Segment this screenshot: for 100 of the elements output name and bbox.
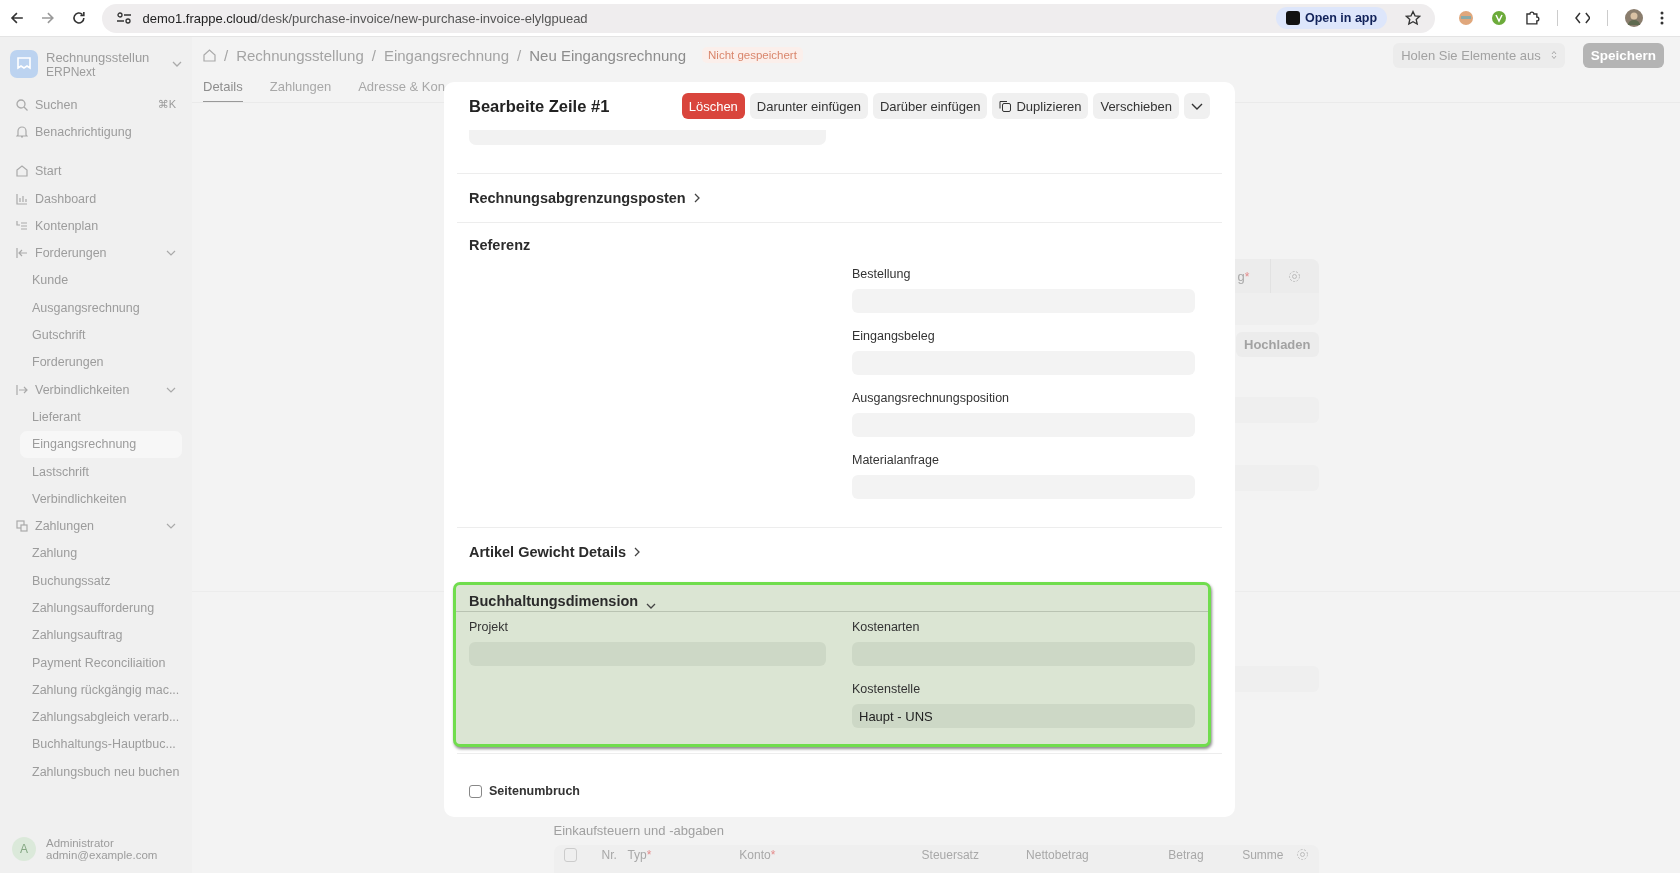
field-label: Bestellung	[852, 267, 912, 281]
save-button[interactable]: Speichern	[1582, 42, 1664, 68]
site-settings-icon[interactable]	[116, 11, 133, 25]
reload-icon[interactable]	[71, 11, 86, 25]
forward-icon[interactable]	[40, 11, 55, 25]
sidebar-item[interactable]: Kunde	[10, 266, 182, 295]
sidebar-item[interactable]: Zahlungsbuch neu buchen	[10, 758, 182, 786]
upload-button[interactable]: Hochladen	[1236, 332, 1319, 358]
back-icon[interactable]	[10, 11, 24, 25]
checkbox[interactable]	[469, 784, 482, 798]
fetch-items-select[interactable]: Holen Sie Elemente aus	[1393, 42, 1565, 68]
user-email: admin@example.com	[46, 849, 158, 861]
address-bar[interactable]: demo1.frappe.cloud/desk/purchase-invoice/new-purchase-invoice-elylgpuead Open in app	[102, 3, 1436, 33]
breadcrumb-separator: /	[224, 46, 229, 64]
sidebar-group[interactable]: Verbindlichkeiten	[10, 375, 182, 404]
sidebar-group[interactable]: Forderungen	[10, 239, 182, 267]
user-name: Administrator	[46, 837, 115, 849]
sidebar-group[interactable]: Zahlungen	[10, 512, 182, 540]
arrow-right-icon	[16, 383, 28, 396]
sidebar-item[interactable]: Buchungssatz	[10, 567, 182, 595]
duplicate-button[interactable]: Duplizieren	[992, 93, 1089, 119]
sidebar-item[interactable]: Eingangsrechnung	[20, 430, 182, 458]
app-title: Rechnungsstellun	[46, 49, 151, 65]
section-header[interactable]: Artikel Gewicht Details	[469, 544, 627, 560]
home-icon	[16, 165, 28, 178]
search-icon	[16, 98, 28, 111]
column-header: g*	[1237, 268, 1250, 284]
chevron-down-icon	[1191, 102, 1203, 110]
puzzle-icon[interactable]	[1523, 10, 1540, 26]
sort-caret-icon	[1550, 50, 1557, 60]
sidebar-item[interactable]: Zahlung	[10, 539, 182, 568]
action-button[interactable]: Darüber einfügen	[872, 93, 988, 119]
column-header: Steuersatz	[920, 848, 979, 862]
sidebar-item[interactable]: Dashboard	[10, 184, 182, 213]
status-badge: Nicht gespeichert	[702, 47, 803, 63]
search-field[interactable]: Suchen ⌘K	[10, 91, 182, 119]
field-label: Materialanfrage	[852, 453, 940, 467]
cards-icon	[16, 520, 28, 533]
menu-icon[interactable]	[1660, 11, 1664, 25]
action-button[interactable]: Darunter einfügen	[749, 93, 868, 119]
section-title: Einkaufsteuern und -abgaben	[553, 823, 726, 838]
app-logo-icon	[10, 50, 38, 78]
extension-icon[interactable]	[1490, 10, 1507, 26]
sidebar-item[interactable]: Start	[10, 157, 182, 185]
star-icon[interactable]	[1405, 10, 1422, 26]
field-label: Kostenarten	[852, 620, 921, 634]
chevron-right-icon[interactable]	[693, 193, 700, 203]
column-header: Konto*	[739, 848, 777, 862]
tab[interactable]: Details	[203, 71, 243, 103]
section-header[interactable]: Buchhaltungsdimension	[469, 593, 639, 609]
sidebar-item[interactable]: Buchhaltungs-Hauptbuc...	[10, 730, 182, 759]
sidebar-item[interactable]: Payment Reconciliaition	[10, 648, 182, 677]
sidebar-item[interactable]: Forderungen	[10, 348, 182, 376]
sidebar-item[interactable]: Lastschrift	[10, 457, 182, 486]
sidebar-item[interactable]: Gutschrift	[10, 321, 182, 349]
sidebar-item[interactable]: Verbindlichkeiten	[10, 485, 182, 513]
extension-icon[interactable]	[1458, 10, 1474, 26]
tab[interactable]: Zahlungen	[269, 71, 332, 103]
shortcut-hint: ⌘K	[157, 98, 176, 112]
sidebar-item[interactable]: Zahlungsabgleich verarb...	[10, 703, 182, 731]
breadcrumb-separator: /	[517, 46, 522, 64]
app-icon	[1285, 11, 1300, 25]
breadcrumb-link[interactable]: Neu Eingangsrechnung	[529, 46, 686, 64]
chevron-down-icon[interactable]	[646, 603, 657, 609]
settings-icon[interactable]	[1288, 269, 1301, 283]
breadcrumb-separator: /	[371, 46, 376, 64]
delete-button[interactable]: Löschen	[681, 93, 745, 119]
user-avatar[interactable]: A	[12, 837, 36, 861]
more-actions-button[interactable]	[1184, 93, 1210, 119]
code-icon[interactable]	[1574, 12, 1591, 24]
section-title: Referenz	[469, 237, 531, 253]
sidebar-item[interactable]: Zahlung rückgängig mac...	[10, 676, 182, 704]
input-field[interactable]: Haupt - UNS	[852, 704, 1195, 728]
section-header[interactable]: Rechnungsabgrenzungsposten	[469, 190, 686, 206]
sidebar-item[interactable]: Zahlungsaufforderung	[10, 594, 182, 622]
copy-icon	[999, 100, 1012, 112]
bell-icon	[16, 125, 28, 139]
sidebar-item[interactable]: Ausgangsrechnung	[10, 294, 182, 322]
field-label: Projekt	[469, 620, 509, 634]
chevron-right-icon[interactable]	[634, 547, 641, 557]
settings-icon[interactable]	[1295, 848, 1309, 861]
field-label: Eingangsbeleg	[852, 329, 936, 343]
breadcrumb-link[interactable]: Eingangsrechnung	[383, 46, 510, 64]
home-icon[interactable]	[203, 48, 216, 62]
sidebar-item[interactable]: Zahlungsauftrag	[10, 621, 182, 649]
sidebar-item[interactable]: Lieferant	[10, 403, 182, 431]
column-header: Typ*	[627, 848, 653, 862]
sidebar-item[interactable]: Kontenplan	[10, 212, 182, 240]
breadcrumb-link[interactable]: Rechnungsstellung	[236, 46, 364, 64]
app-subtitle: ERPNext	[46, 64, 96, 79]
checkbox[interactable]	[563, 848, 578, 862]
dialog-title: Bearbeite Zeile #1	[469, 96, 611, 116]
column-header: Betrag	[1167, 848, 1204, 862]
action-button[interactable]: Verschieben	[1093, 93, 1179, 119]
avatar-icon[interactable]	[1625, 9, 1644, 27]
notifications-item[interactable]: Benachrichtigung	[10, 118, 182, 146]
tab[interactable]: Adresse & Kon	[358, 71, 445, 103]
open-in-app-button[interactable]: Open in app	[1275, 7, 1388, 29]
url-text: demo1.frappe.cloud/desk/purchase-invoice/new-purchase-invoice-elylgpuead	[142, 10, 588, 26]
arrow-left-icon	[16, 247, 28, 260]
